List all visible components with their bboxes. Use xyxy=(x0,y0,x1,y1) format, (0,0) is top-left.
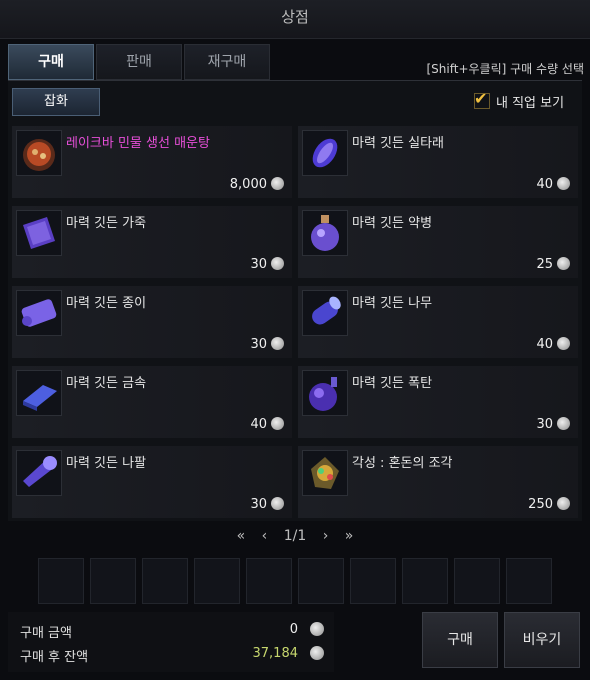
pagination: « ‹ 1/1 › » xyxy=(0,528,590,544)
coin-icon xyxy=(557,257,570,270)
shop-item[interactable]: 레이크바 민물 생선 매운탕 8,000 xyxy=(12,126,292,198)
coin-icon xyxy=(271,417,284,430)
cart-slot[interactable] xyxy=(454,558,500,604)
cost-label: 구매 금액 xyxy=(20,626,72,641)
buy-button[interactable]: 구매 xyxy=(422,612,498,668)
item-price: 8,000 xyxy=(230,177,284,192)
metal-ingot-icon xyxy=(16,370,62,416)
shop-item[interactable]: 마력 깃든 나무 40 xyxy=(298,286,578,358)
chaos-fragment-icon xyxy=(302,450,348,496)
stew-pot-icon xyxy=(16,130,62,176)
tab-buy[interactable]: 구매 xyxy=(8,44,94,80)
item-name: 마력 깃든 종이 xyxy=(66,296,147,311)
clear-button[interactable]: 비우기 xyxy=(504,612,580,668)
wood-log-icon xyxy=(302,290,348,336)
item-name: 마력 깃든 나무 xyxy=(352,296,433,311)
item-price: 40 xyxy=(536,337,570,352)
item-price: 40 xyxy=(250,417,284,432)
next-page-icon[interactable]: › xyxy=(323,528,329,544)
horn-icon xyxy=(16,450,62,496)
item-price: 30 xyxy=(536,417,570,432)
first-page-icon[interactable]: « xyxy=(237,528,246,544)
item-price: 30 xyxy=(250,257,284,272)
shop-item[interactable]: 마력 깃든 실타래 40 xyxy=(298,126,578,198)
cart-slot[interactable] xyxy=(142,558,188,604)
cart-slot[interactable] xyxy=(38,558,84,604)
item-price: 40 xyxy=(536,177,570,192)
coin-icon xyxy=(557,337,570,350)
coin-icon xyxy=(557,177,570,190)
shop-item[interactable]: 마력 깃든 나팔 30 xyxy=(12,446,292,518)
coin-icon xyxy=(271,257,284,270)
shop-item[interactable]: 마력 깃든 종이 30 xyxy=(12,286,292,358)
item-price: 30 xyxy=(250,497,284,512)
cost-value: 0 xyxy=(289,622,298,637)
item-name: 마력 깃든 폭탄 xyxy=(352,376,433,391)
shift-click-hint: [Shift+우클릭] 구매 수량 선택 xyxy=(426,62,585,76)
cart-slot[interactable] xyxy=(402,558,448,604)
item-price: 30 xyxy=(250,337,284,352)
page-indicator: 1/1 xyxy=(283,528,307,544)
window-title: 상점 xyxy=(0,0,590,39)
thread-spool-icon xyxy=(302,130,348,176)
prev-page-icon[interactable]: ‹ xyxy=(262,528,268,544)
coin-icon xyxy=(557,417,570,430)
item-price: 250 xyxy=(528,497,570,512)
potion-bottle-icon xyxy=(302,210,348,256)
shop-item[interactable]: 마력 깃든 금속 40 xyxy=(12,366,292,438)
category-button-misc[interactable]: 잡화 xyxy=(12,88,100,116)
tab-sell[interactable]: 판매 xyxy=(96,44,182,80)
coin-icon xyxy=(271,337,284,350)
leather-icon xyxy=(16,210,62,256)
checkmark-icon: ✔ xyxy=(474,89,488,108)
cart-slot[interactable] xyxy=(90,558,136,604)
shop-item[interactable]: 각성 : 혼돈의 조각 250 xyxy=(298,446,578,518)
item-name: 마력 깃든 가죽 xyxy=(66,216,147,231)
coin-icon xyxy=(310,622,324,636)
cart-slot[interactable] xyxy=(350,558,396,604)
bomb-icon xyxy=(302,370,348,416)
last-page-icon[interactable]: » xyxy=(345,528,354,544)
cart-slot[interactable] xyxy=(246,558,292,604)
coin-icon xyxy=(271,497,284,510)
cart-slot[interactable] xyxy=(506,558,552,604)
coin-icon xyxy=(310,646,324,660)
item-name: 마력 깃든 금속 xyxy=(66,376,147,391)
shop-item[interactable]: 마력 깃든 폭탄 30 xyxy=(298,366,578,438)
job-filter-label: 내 직업 보기 xyxy=(496,96,565,111)
job-filter-checkbox[interactable]: ✔ 내 직업 보기 xyxy=(474,89,565,111)
shop-item[interactable]: 마력 깃든 약병 25 xyxy=(298,206,578,278)
scroll-paper-icon xyxy=(16,290,62,336)
item-name: 각성 : 혼돈의 조각 xyxy=(352,456,453,471)
item-name: 레이크바 민물 생선 매운탕 xyxy=(66,136,210,151)
tab-rebuy[interactable]: 재구매 xyxy=(184,44,270,80)
item-name: 마력 깃든 약병 xyxy=(352,216,433,231)
coin-icon xyxy=(557,497,570,510)
item-name: 마력 깃든 나팔 xyxy=(66,456,147,471)
item-price: 25 xyxy=(536,257,570,272)
balance-label: 구매 후 잔액 xyxy=(20,650,89,665)
cart-slot[interactable] xyxy=(298,558,344,604)
purchase-summary: 구매 금액 0 구매 후 잔액 37,184 xyxy=(8,612,334,672)
item-name: 마력 깃든 실타래 xyxy=(352,136,444,151)
cart-slot[interactable] xyxy=(194,558,240,604)
checkbox-icon[interactable]: ✔ xyxy=(474,89,490,109)
coin-icon xyxy=(271,177,284,190)
balance-value: 37,184 xyxy=(252,646,299,661)
shop-item[interactable]: 마력 깃든 가죽 30 xyxy=(12,206,292,278)
